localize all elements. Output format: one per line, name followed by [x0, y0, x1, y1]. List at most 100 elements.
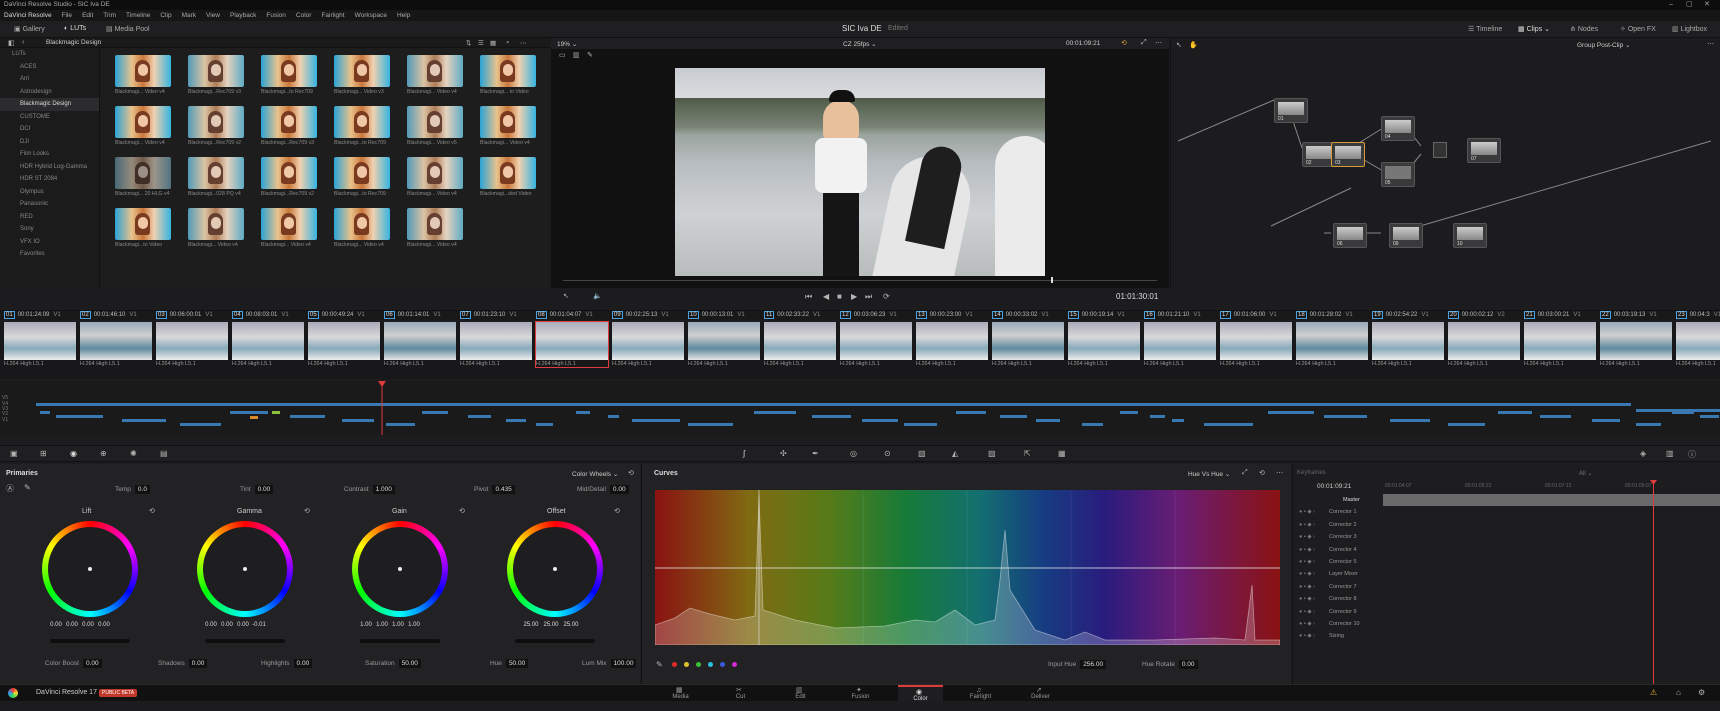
grid-view-icon[interactable]: ▦ — [490, 39, 496, 47]
clip-thumbnail[interactable]: H.264 High L5.1 — [688, 322, 760, 367]
clip-header[interactable]: 14 00:00:33:02 V1 — [992, 311, 1049, 319]
3d-icon[interactable]: ▦ — [1058, 449, 1066, 458]
lut-folder-item[interactable]: Astrodesign — [0, 86, 99, 99]
keyframe-row[interactable]: ● ▪ ◆ › Corrector 10 — [1293, 618, 1381, 631]
keyframe-row[interactable]: ● ▪ ◆ › Sizing — [1293, 630, 1381, 643]
page-tab-fusion[interactable]: ✦ Fusion — [838, 685, 883, 702]
node-04[interactable]: 04 — [1381, 116, 1415, 141]
input-hue-param[interactable]: Input Hue 256.00 — [1048, 660, 1107, 669]
lut-folder-item[interactable]: Film Looks — [0, 148, 99, 161]
master-wheel-slider[interactable] — [205, 639, 285, 643]
color-wheel-lift[interactable] — [42, 521, 138, 617]
keyframe-row[interactable]: ● ▪ ◆ › Corrector 1 — [1293, 506, 1381, 519]
menu-item[interactable]: Fairlight — [321, 10, 344, 21]
curve-fit-icon[interactable]: ⤢ — [1242, 469, 1248, 477]
wheel-handle[interactable] — [88, 567, 92, 571]
wheel-reset-icon[interactable]: ⟲ — [149, 507, 155, 515]
warning-icon[interactable]: ⚠ — [1650, 688, 1657, 697]
clip-header[interactable]: 15 00:00:19:14 V1 — [1068, 311, 1125, 319]
gallery-button[interactable]: ▣ Gallery — [14, 25, 45, 33]
wheel-handle[interactable] — [553, 567, 557, 571]
temp-param[interactable]: Temp 0.0 — [115, 485, 150, 494]
menu-item[interactable]: Trim — [103, 10, 116, 21]
wheel-value[interactable]: 0.00 — [64, 622, 80, 628]
bypass-icon[interactable]: ⟲ — [1121, 39, 1127, 47]
color-wheel-gain[interactable] — [352, 521, 448, 617]
menu-item[interactable]: Clip — [160, 10, 171, 21]
clip-header[interactable]: 12 00:03:06:23 V1 — [840, 311, 897, 319]
menu-item[interactable]: Help — [397, 10, 410, 21]
menu-item[interactable]: Mark — [182, 10, 196, 21]
auto-balance-icon[interactable]: Ⓐ — [6, 483, 14, 494]
keyframes-filter-select[interactable]: All ⌄ — [1579, 470, 1592, 477]
menu-item[interactable]: Color — [296, 10, 312, 21]
lut-item[interactable]: Blackmagi...to Video — [115, 208, 173, 252]
pivot-param[interactable]: Pivot 0.435 — [474, 485, 515, 494]
lut-folder-item[interactable]: HDR ST 2084 — [0, 173, 99, 186]
zoom-select[interactable]: 19% ⌄ — [557, 40, 577, 48]
curve-reset-icon[interactable]: ⟲ — [1259, 469, 1265, 477]
clip-thumbnail[interactable]: H.264 High L5.1 — [1676, 322, 1720, 367]
lut-item[interactable]: Blackmagi... Video v4 — [480, 106, 538, 150]
wheel-value[interactable]: 1.00 — [358, 622, 374, 628]
clip-thumbnail[interactable]: H.264 High L5.1 — [1448, 322, 1520, 367]
clip-header[interactable]: 16 00:01:21:10 V1 — [1144, 311, 1201, 319]
clip-thumbnail[interactable]: H.264 High L5.1 — [1220, 322, 1292, 367]
wheel-reset-icon[interactable]: ⟲ — [614, 507, 620, 515]
hue-rotate-param[interactable]: Hue Rotate 0.00 — [1142, 660, 1198, 669]
menu-item[interactable]: Edit — [82, 10, 93, 21]
master-wheel-slider[interactable] — [515, 639, 595, 643]
sizing-icon[interactable]: ⇱ — [1024, 449, 1031, 458]
curve-picker-icon[interactable]: ✎ — [656, 660, 663, 669]
yellow-swatch-icon[interactable] — [684, 662, 689, 667]
wheel-values[interactable]: 25.00 25.00 25.00 — [521, 621, 581, 628]
curves-mode-select[interactable]: Hue Vs Hue ⌄ — [1188, 470, 1230, 478]
keyframe-row-icons[interactable]: ● ▪ ◆ › — [1299, 618, 1315, 631]
media-pool-button[interactable]: ▤ Media Pool — [106, 25, 150, 33]
picker-icon[interactable]: ✎ — [24, 483, 31, 492]
lut-item[interactable]: Blackmagi... Video v5 — [407, 106, 465, 150]
motion-effects-icon[interactable]: ✺ — [130, 449, 137, 458]
color-warper-icon[interactable]: ✣ — [780, 449, 787, 458]
curves-icon[interactable]: ∫ — [743, 449, 745, 458]
wheel-value[interactable]: -0.01 — [251, 622, 267, 628]
keyframe-row-icons[interactable]: ● ▪ ◆ › — [1299, 581, 1315, 594]
contrast-param[interactable]: Contrast 1.000 — [344, 485, 395, 494]
hue-param[interactable]: Hue 50.00 — [490, 659, 529, 668]
keyframe-row[interactable]: Master — [1293, 494, 1381, 507]
lut-folder-item[interactable]: LUTs — [0, 48, 99, 61]
lut-folder-item[interactable]: HDR Hybrid Log-Gamma — [0, 161, 99, 174]
keyframe-row[interactable]: ● ▪ ◆ › Layer Mixer — [1293, 568, 1381, 581]
keyframe-row-icons[interactable]: ● ▪ ◆ › — [1299, 556, 1315, 569]
node-07[interactable]: 07 — [1467, 138, 1501, 163]
saturation-param[interactable]: Saturation 50.00 — [365, 659, 421, 668]
lut-folder-item[interactable]: DCI — [0, 123, 99, 136]
wheel-values[interactable]: 1.00 1.00 1.00 1.00 — [358, 621, 422, 628]
wheel-values[interactable]: 0.00 0.00 0.00 -0.01 — [203, 621, 267, 628]
page-tab-color[interactable]: ◉ Color — [898, 685, 943, 702]
wheel-handle[interactable] — [398, 567, 402, 571]
lut-item[interactable]: Blackmagi...Rec709 v3 — [188, 55, 246, 99]
master-wheel-slider[interactable] — [360, 639, 440, 643]
play-icon[interactable]: ▶ — [851, 292, 857, 301]
red-swatch-icon[interactable] — [672, 662, 677, 667]
keyframe-row[interactable]: ● ▪ ◆ › Corrector 8 — [1293, 593, 1381, 606]
lut-item[interactable]: Blackmagi... Video v4 — [261, 208, 319, 252]
keyframe-row[interactable]: ● ▪ ◆ › Corrector 2 — [1293, 519, 1381, 532]
highlight-icon[interactable]: ✎ — [587, 51, 593, 59]
viewer-scrubber[interactable] — [563, 280, 1157, 281]
page-tab-cut[interactable]: ✂ Cut — [718, 685, 763, 702]
menu-item[interactable]: File — [62, 10, 72, 21]
search-icon[interactable]: ⌕ — [506, 39, 510, 47]
clip-header[interactable]: 19 00:02:54:22 V1 — [1372, 311, 1429, 319]
blur-icon[interactable]: ◭ — [952, 449, 958, 458]
rgb-mixer-icon[interactable]: ⊕ — [100, 449, 107, 458]
color-wheel-gamma[interactable] — [197, 521, 293, 617]
clip-thumbnail[interactable]: H.264 High L5.1 — [384, 322, 456, 367]
color-wheel-offset[interactable] — [507, 521, 603, 617]
wheel-value[interactable]: 0.00 — [80, 622, 96, 628]
keyframe-row-icons[interactable]: ● ▪ ◆ › — [1299, 606, 1315, 619]
node-06[interactable]: 06 — [1333, 223, 1367, 248]
node-03[interactable]: 03 — [1331, 142, 1365, 167]
audio-icon[interactable]: 🔈 — [593, 292, 602, 300]
